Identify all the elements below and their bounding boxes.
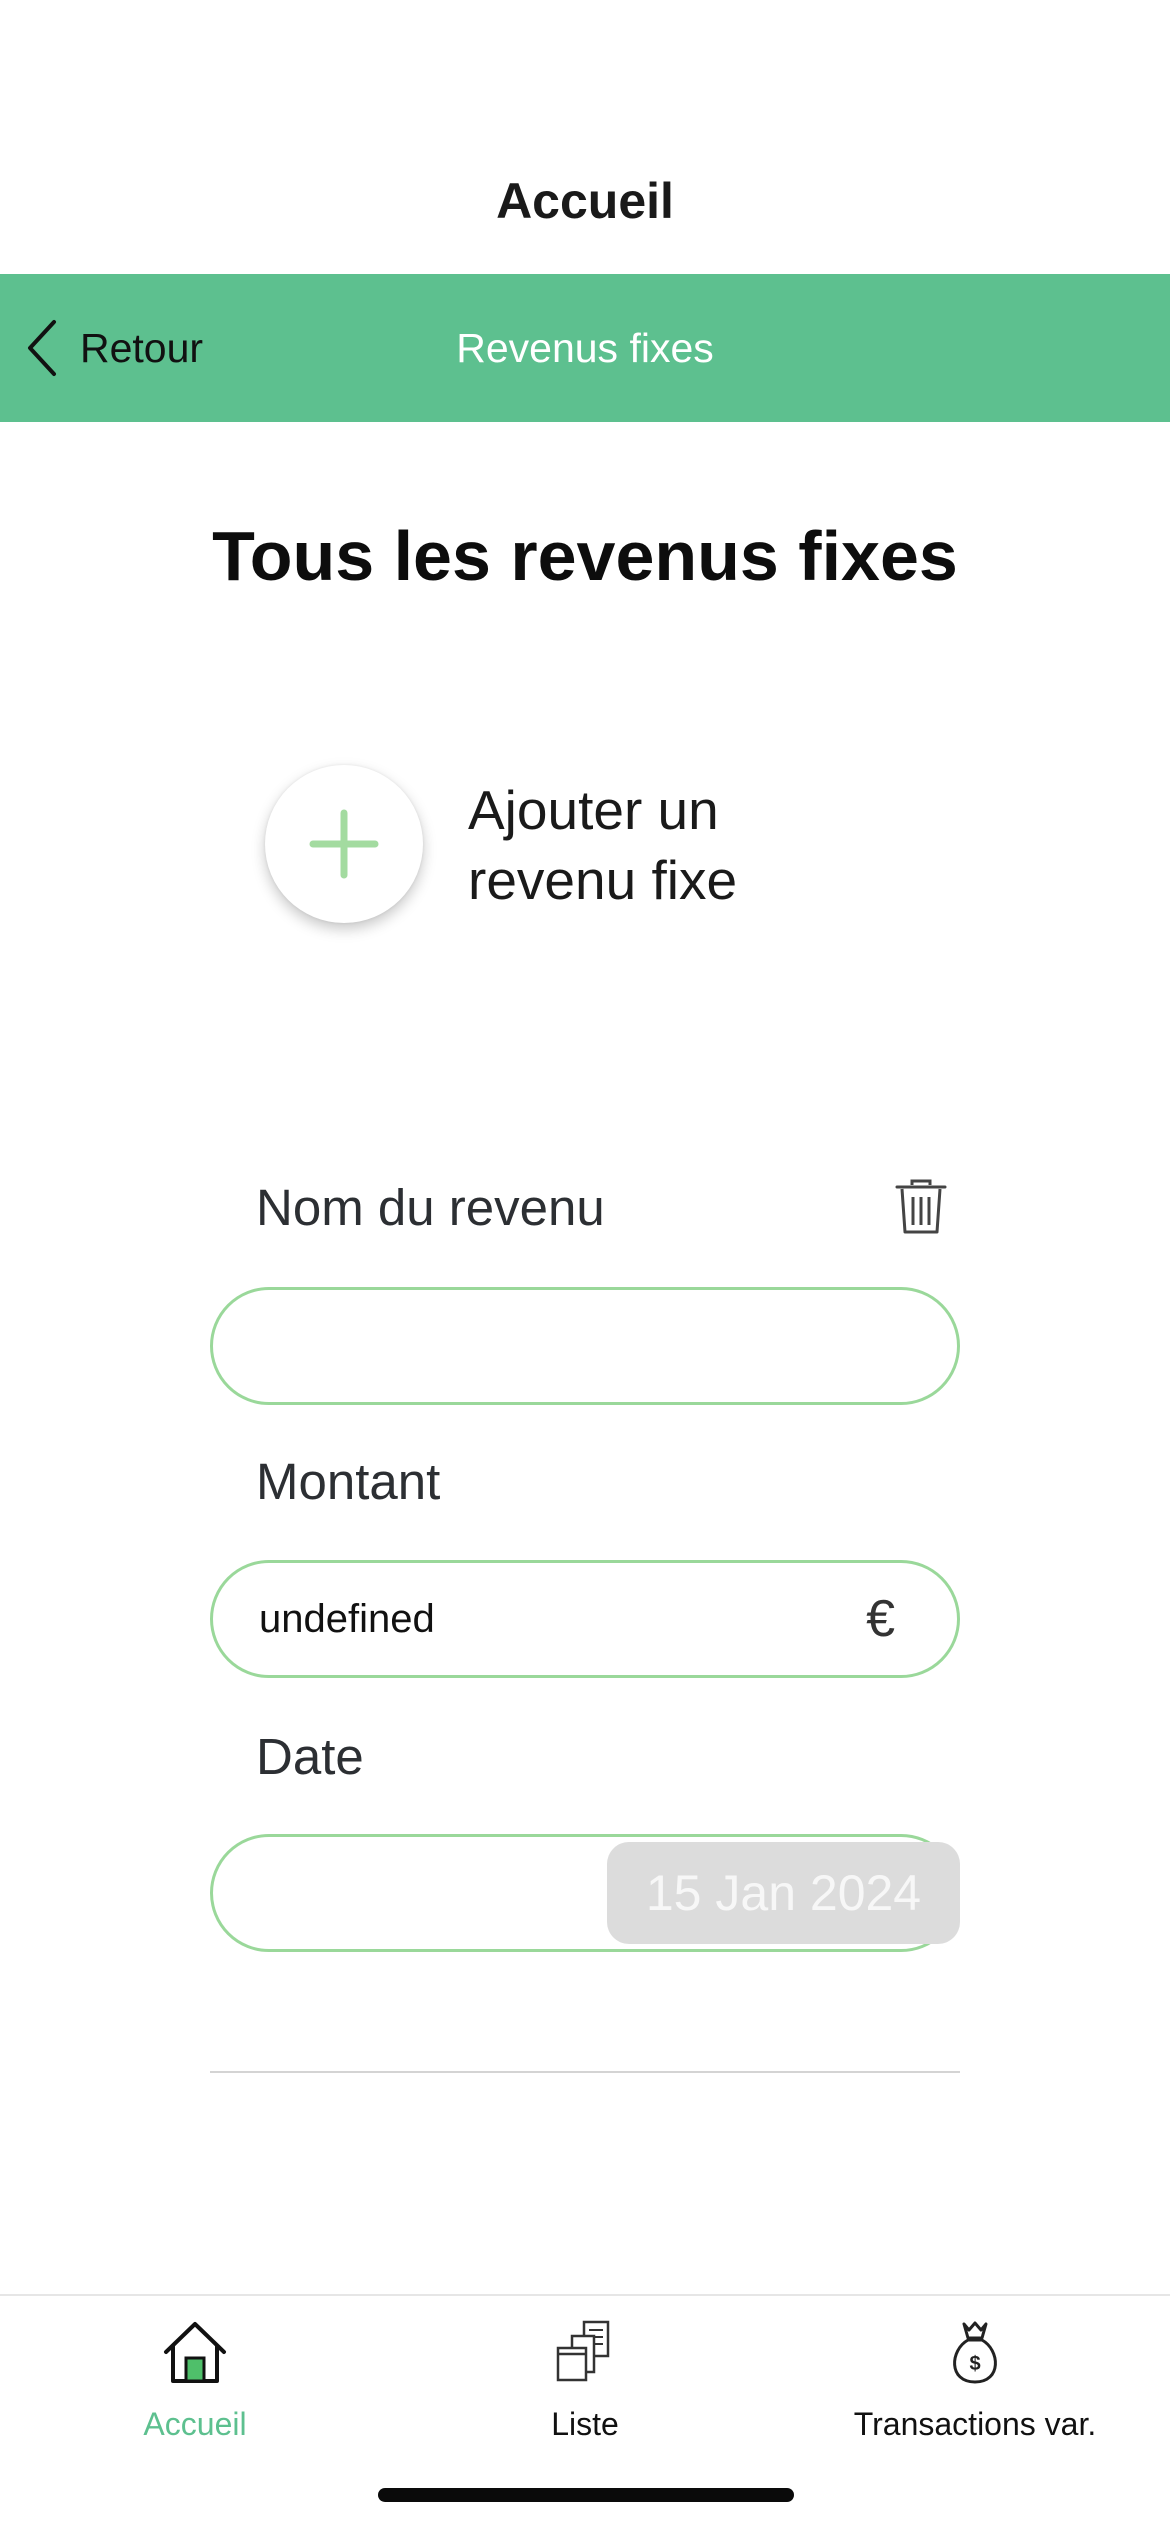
tab-accueil[interactable]: Accueil: [0, 2318, 390, 2468]
amount-field[interactable]: undefined €: [210, 1560, 960, 1678]
income-name-input[interactable]: [213, 1290, 957, 1402]
add-income-button[interactable]: [265, 765, 423, 923]
plus-icon: [309, 809, 379, 879]
divider: [210, 2071, 960, 2073]
add-income-label[interactable]: Ajouter un revenu fixe: [468, 775, 888, 915]
home-icon: [164, 2322, 226, 2383]
documents-icon: [556, 2320, 610, 2382]
svg-text:$: $: [969, 2353, 980, 2375]
euro-icon: €: [866, 1590, 895, 1648]
date-label: Date: [256, 1728, 364, 1785]
screen: Accueil Revenus fixes Retour Tous les re…: [0, 0, 1170, 2532]
amount-value[interactable]: undefined: [259, 1563, 435, 1675]
back-label: Retour: [80, 324, 204, 371]
nav-title: Accueil: [496, 173, 674, 229]
money-bag-icon: $: [953, 2321, 997, 2384]
page-heading: Tous les revenus fixes: [212, 517, 958, 595]
tab-transactions[interactable]: $ Transactions var.: [780, 2318, 1170, 2468]
chevron-left-icon: [28, 320, 56, 376]
date-picker-button[interactable]: 15 Jan 2024: [607, 1842, 960, 1944]
income-name-field[interactable]: [210, 1287, 960, 1405]
income-name-label: Nom du revenu: [256, 1179, 605, 1236]
amount-label: Montant: [256, 1453, 441, 1510]
tab-label-liste: Liste: [551, 2406, 619, 2442]
back-button[interactable]: Retour: [22, 274, 203, 422]
tab-liste[interactable]: Liste: [390, 2318, 780, 2468]
trash-icon[interactable]: [893, 1178, 949, 1236]
tab-label-transactions: Transactions var.: [853, 2406, 1097, 2442]
header-bar: Revenus fixes Retour: [0, 274, 1170, 422]
home-indicator: [378, 2488, 794, 2502]
tab-label-accueil: Accueil: [143, 2406, 247, 2442]
